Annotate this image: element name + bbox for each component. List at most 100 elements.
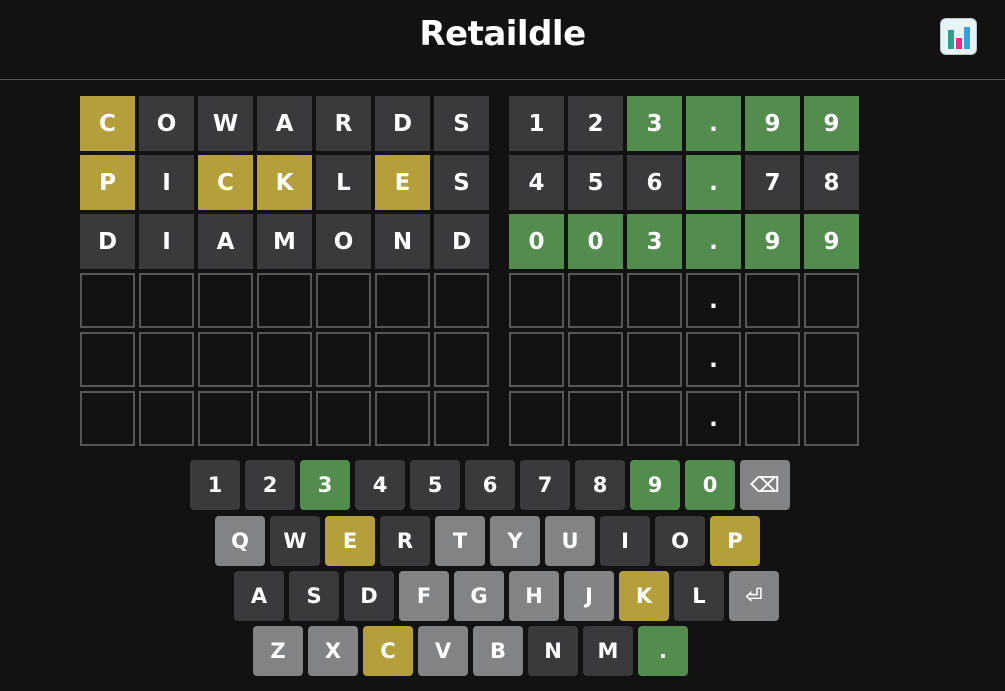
price-tile	[745, 273, 800, 328]
word-tile: R	[316, 96, 371, 151]
key-9[interactable]: 9	[630, 460, 680, 510]
price-tile: 9	[745, 214, 800, 269]
price-tile	[568, 391, 623, 446]
word-tile	[139, 332, 194, 387]
price-tile	[627, 273, 682, 328]
key-7[interactable]: 7	[520, 460, 570, 510]
price-tile: 7	[745, 155, 800, 210]
key-z[interactable]: Z	[253, 626, 303, 676]
word-tile	[434, 332, 489, 387]
key-8[interactable]: 8	[575, 460, 625, 510]
key-q[interactable]: Q	[215, 516, 265, 566]
key-k[interactable]: K	[619, 571, 669, 621]
word-tile	[257, 332, 312, 387]
key-d[interactable]: D	[344, 571, 394, 621]
word-tile: S	[434, 96, 489, 151]
price-tile	[745, 332, 800, 387]
board-row: COWARDS123.99	[80, 96, 863, 151]
price-tile: 9	[745, 96, 800, 151]
key-g[interactable]: G	[454, 571, 504, 621]
price-tile: 0	[568, 214, 623, 269]
word-tile: O	[139, 96, 194, 151]
price-tile	[509, 273, 564, 328]
key-m[interactable]: M	[583, 626, 633, 676]
key-n[interactable]: N	[528, 626, 578, 676]
key-b[interactable]: B	[473, 626, 523, 676]
key-o[interactable]: O	[655, 516, 705, 566]
key-c[interactable]: C	[363, 626, 413, 676]
key-i[interactable]: I	[600, 516, 650, 566]
board-row: PICKLES456.78	[80, 155, 863, 210]
page-title: Retaildle	[419, 14, 586, 54]
word-tile: O	[316, 214, 371, 269]
price-tile	[627, 332, 682, 387]
key-y[interactable]: Y	[490, 516, 540, 566]
word-tile	[375, 273, 430, 328]
key-j[interactable]: J	[564, 571, 614, 621]
enter-key[interactable]: ⏎	[729, 571, 779, 621]
word-tile: D	[80, 214, 135, 269]
key-u[interactable]: U	[545, 516, 595, 566]
key-h[interactable]: H	[509, 571, 559, 621]
word-tile	[198, 332, 253, 387]
key-6[interactable]: 6	[465, 460, 515, 510]
key-x[interactable]: X	[308, 626, 358, 676]
key-e[interactable]: E	[325, 516, 375, 566]
key-l[interactable]: L	[674, 571, 724, 621]
key-r[interactable]: R	[380, 516, 430, 566]
backspace-key[interactable]: ⌫	[740, 460, 790, 510]
word-tile	[316, 273, 371, 328]
word-tile	[316, 391, 371, 446]
price-tile: 8	[804, 155, 859, 210]
price-tile	[509, 391, 564, 446]
bar-chart-icon	[948, 27, 970, 49]
price-tile: 6	[627, 155, 682, 210]
price-tile: 2	[568, 96, 623, 151]
price-tile: .	[686, 332, 741, 387]
word-tile: C	[80, 96, 135, 151]
price-tile: .	[686, 96, 741, 151]
board-row: DIAMOND003.99	[80, 214, 863, 269]
price-tile	[568, 332, 623, 387]
word-tile: P	[80, 155, 135, 210]
word-tile	[375, 332, 430, 387]
keyboard-row: 1 2 3 4 5 6 7 8 9 0 ⌫	[190, 460, 795, 510]
word-tile: A	[198, 214, 253, 269]
key-2[interactable]: 2	[245, 460, 295, 510]
price-tile	[745, 391, 800, 446]
key-s[interactable]: S	[289, 571, 339, 621]
keyboard-row: QWERTYUIOP	[215, 516, 765, 566]
word-tile: W	[198, 96, 253, 151]
key-0[interactable]: 0	[685, 460, 735, 510]
word-tile	[139, 273, 194, 328]
key-5[interactable]: 5	[410, 460, 460, 510]
word-tile	[80, 391, 135, 446]
word-tile	[80, 332, 135, 387]
word-tile: D	[434, 214, 489, 269]
key-f[interactable]: F	[399, 571, 449, 621]
price-tile: 4	[509, 155, 564, 210]
price-tile	[804, 332, 859, 387]
word-tile	[316, 332, 371, 387]
key-3[interactable]: 3	[300, 460, 350, 510]
word-tile: I	[139, 214, 194, 269]
key-1[interactable]: 1	[190, 460, 240, 510]
word-tile	[375, 391, 430, 446]
price-tile	[627, 391, 682, 446]
key-decimal[interactable]: .	[638, 626, 688, 676]
price-tile: .	[686, 273, 741, 328]
word-tile: A	[257, 96, 312, 151]
key-t[interactable]: T	[435, 516, 485, 566]
word-tile	[198, 273, 253, 328]
key-4[interactable]: 4	[355, 460, 405, 510]
keyboard-row: A S D F G H J K L ⏎	[234, 571, 784, 621]
key-w[interactable]: W	[270, 516, 320, 566]
stats-button[interactable]	[940, 18, 977, 55]
key-v[interactable]: V	[418, 626, 468, 676]
key-p[interactable]: P	[710, 516, 760, 566]
app-header: Retaildle	[0, 0, 1005, 80]
word-tile	[257, 391, 312, 446]
word-tile: N	[375, 214, 430, 269]
key-a[interactable]: A	[234, 571, 284, 621]
price-tile: 5	[568, 155, 623, 210]
